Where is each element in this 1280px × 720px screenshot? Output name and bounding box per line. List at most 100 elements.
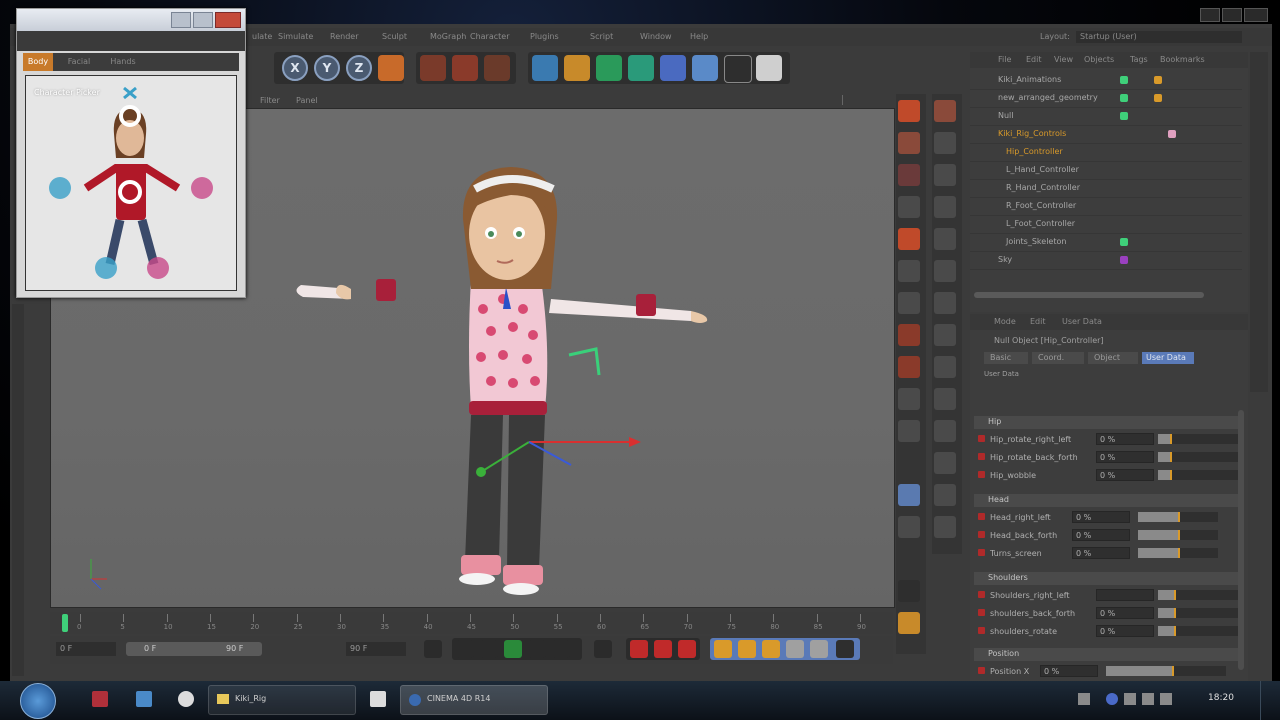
render-view-icon[interactable]: [420, 55, 446, 81]
object-row[interactable]: Null: [970, 108, 1242, 126]
floor-icon[interactable]: [692, 55, 718, 81]
maximize-button[interactable]: [1222, 8, 1242, 22]
grid-icon[interactable]: [934, 516, 956, 538]
tab-basic[interactable]: Basic: [984, 352, 1028, 364]
grid-icon[interactable]: [934, 196, 956, 218]
object-row[interactable]: Sky: [970, 252, 1242, 270]
close-button[interactable]: [1244, 8, 1268, 22]
param-value-field[interactable]: 0 %: [1072, 511, 1130, 523]
show-desktop-button[interactable]: [1260, 681, 1277, 720]
om-menu-view[interactable]: View: [1054, 55, 1073, 64]
param-value-field[interactable]: [1096, 589, 1154, 601]
loop-icon[interactable]: [456, 640, 474, 658]
param-value-field[interactable]: 0 %: [1040, 665, 1098, 677]
param-slider[interactable]: [1158, 434, 1238, 444]
taskbar-folder-button[interactable]: Kiki_Rig: [208, 685, 356, 715]
keyframe-icon[interactable]: [978, 453, 985, 460]
record-key-icon[interactable]: [630, 640, 648, 658]
om-menu-file[interactable]: File: [998, 55, 1011, 64]
keyframe-icon[interactable]: [978, 513, 985, 520]
grid-icon[interactable]: [934, 164, 956, 186]
grid-icon[interactable]: [934, 356, 956, 378]
previous-key-icon[interactable]: [480, 640, 498, 658]
tag-icon[interactable]: [1168, 130, 1176, 138]
param-value-field[interactable]: 0 %: [1096, 433, 1154, 445]
object-row[interactable]: L_Hand_Controller: [970, 162, 1242, 180]
picker-titlebar[interactable]: [17, 9, 245, 31]
om-menu-edit[interactable]: Edit: [1026, 55, 1042, 64]
param-value-field[interactable]: 0 %: [1072, 547, 1130, 559]
camera-icon[interactable]: [724, 55, 752, 83]
end-frame-field[interactable]: 90 F: [346, 642, 406, 656]
grid-icon[interactable]: [934, 260, 956, 282]
param-slider[interactable]: [1158, 608, 1238, 618]
group-header-head[interactable]: Head: [974, 494, 1240, 507]
horizontal-scrollbar[interactable]: [974, 292, 1204, 298]
param-slider[interactable]: [1158, 590, 1238, 600]
grid-icon[interactable]: [934, 420, 956, 442]
playhead[interactable]: [62, 614, 68, 632]
am-menu-mode[interactable]: Mode: [994, 317, 1016, 326]
polygons-mode-icon[interactable]: [898, 260, 920, 282]
am-menu-user-data[interactable]: User Data: [1062, 317, 1102, 326]
minimize-button[interactable]: [1200, 8, 1220, 22]
menu-item[interactable]: Render: [330, 32, 358, 41]
param-value-field[interactable]: 0 %: [1072, 529, 1130, 541]
model-mode-icon[interactable]: [898, 100, 920, 122]
param-slider[interactable]: [1138, 530, 1218, 540]
tab-object[interactable]: Object: [1088, 352, 1138, 364]
rotation-key-icon[interactable]: [762, 640, 780, 658]
param-slider[interactable]: [1138, 512, 1218, 522]
menu-item[interactable]: Plugins: [530, 32, 559, 41]
param-slider[interactable]: [1158, 470, 1238, 480]
scale-key-icon[interactable]: [738, 640, 756, 658]
start-frame-field[interactable]: 0 F: [56, 642, 116, 656]
object-row[interactable]: new_arranged_geometry: [970, 90, 1242, 108]
menu-item[interactable]: MoGraph: [430, 32, 466, 41]
start-button[interactable]: [20, 683, 56, 719]
pin-icon[interactable]: [898, 612, 920, 634]
tab-coord[interactable]: Coord.: [1032, 352, 1084, 364]
play-icon[interactable]: [504, 640, 522, 658]
parameter-key-icon[interactable]: [786, 640, 804, 658]
loop-forward-icon[interactable]: [552, 640, 570, 658]
group-header-shoulders[interactable]: Shoulders: [974, 572, 1240, 585]
menu-item[interactable]: Script: [590, 32, 613, 41]
layout-dropdown[interactable]: Startup (User): [1076, 31, 1242, 43]
snap-icon[interactable]: [898, 356, 920, 378]
object-row[interactable]: Kiki_Animations: [970, 72, 1242, 90]
keyframe-icon[interactable]: [978, 549, 985, 556]
app-icon[interactable]: [370, 691, 386, 707]
param-value-field[interactable]: 0 %: [1096, 469, 1154, 481]
coordinate-system-icon[interactable]: [378, 55, 404, 81]
light-icon[interactable]: [756, 55, 782, 81]
menu-item[interactable]: ulate: [252, 32, 272, 41]
render-settings-icon[interactable]: [484, 55, 510, 81]
tweak-mode-icon[interactable]: [898, 324, 920, 346]
spline-pen-icon[interactable]: [564, 55, 590, 81]
close-button[interactable]: [215, 12, 241, 28]
y-axis-lock-button[interactable]: Y: [314, 55, 340, 81]
help-icon[interactable]: [1106, 693, 1118, 705]
param-slider[interactable]: [1158, 626, 1238, 636]
clock[interactable]: 18:20: [1208, 693, 1234, 703]
timeline-icon[interactable]: [836, 640, 854, 658]
volume-icon[interactable]: [1142, 693, 1154, 705]
param-value-field[interactable]: 0 %: [1096, 607, 1154, 619]
pla-key-icon[interactable]: [810, 640, 828, 658]
render-picture-viewer-icon[interactable]: [452, 55, 478, 81]
go-to-start-icon[interactable]: [424, 640, 442, 658]
brush-icon[interactable]: [898, 516, 920, 538]
viewport-nav-icons[interactable]: [842, 95, 899, 105]
axis-mode-icon[interactable]: [898, 292, 920, 314]
cube-icon[interactable]: [532, 55, 558, 81]
tag-icon[interactable]: [1154, 94, 1162, 102]
security-icon[interactable]: [1124, 693, 1136, 705]
go-to-end-icon[interactable]: [594, 640, 612, 658]
subdivision-surface-icon[interactable]: [596, 55, 622, 81]
points-mode-icon[interactable]: [898, 196, 920, 218]
menu-item[interactable]: Window: [640, 32, 672, 41]
keyframe-icon[interactable]: [978, 667, 985, 674]
position-key-icon[interactable]: [714, 640, 732, 658]
lock-workplane-icon[interactable]: [898, 388, 920, 410]
